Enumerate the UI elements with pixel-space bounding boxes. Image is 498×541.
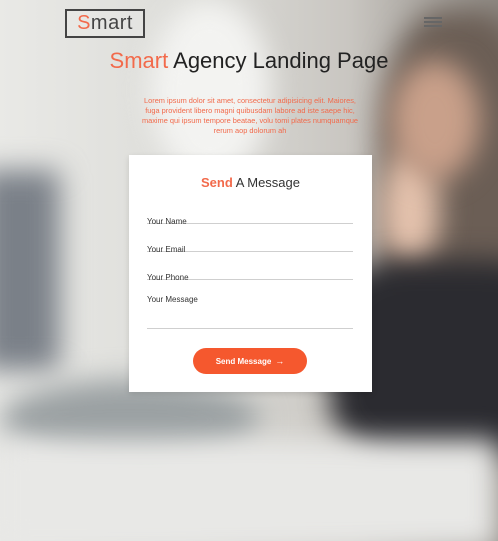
phone-field-wrap — [147, 267, 353, 282]
title-accent: Smart — [109, 48, 169, 73]
logo[interactable]: Smart — [65, 9, 145, 38]
message-field-wrap — [147, 295, 353, 329]
phone-input[interactable] — [147, 273, 353, 282]
form-title: Send A Message — [129, 175, 372, 190]
page-title: Smart Agency Landing Page — [0, 50, 498, 72]
message-textarea[interactable] — [147, 295, 353, 325]
name-field-wrap — [147, 211, 353, 226]
logo-initial: S — [77, 12, 91, 34]
contact-form: Send A Message Send Message → — [129, 155, 372, 392]
arrow-right-icon: → — [275, 356, 285, 366]
title-rest: Agency Landing Page — [173, 48, 389, 73]
hamburger-icon[interactable] — [424, 17, 442, 27]
form-title-rest: A Message — [235, 175, 301, 190]
email-input[interactable] — [147, 245, 353, 254]
send-message-button[interactable]: Send Message → — [193, 348, 307, 374]
page-subtitle: Lorem ipsum dolor sit amet, consectetur … — [141, 96, 359, 135]
logo-text: mart — [90, 12, 133, 34]
form-title-accent: Send — [200, 175, 233, 190]
name-input[interactable] — [147, 217, 353, 226]
email-field-wrap — [147, 239, 353, 254]
send-message-label: Send Message — [215, 356, 272, 366]
